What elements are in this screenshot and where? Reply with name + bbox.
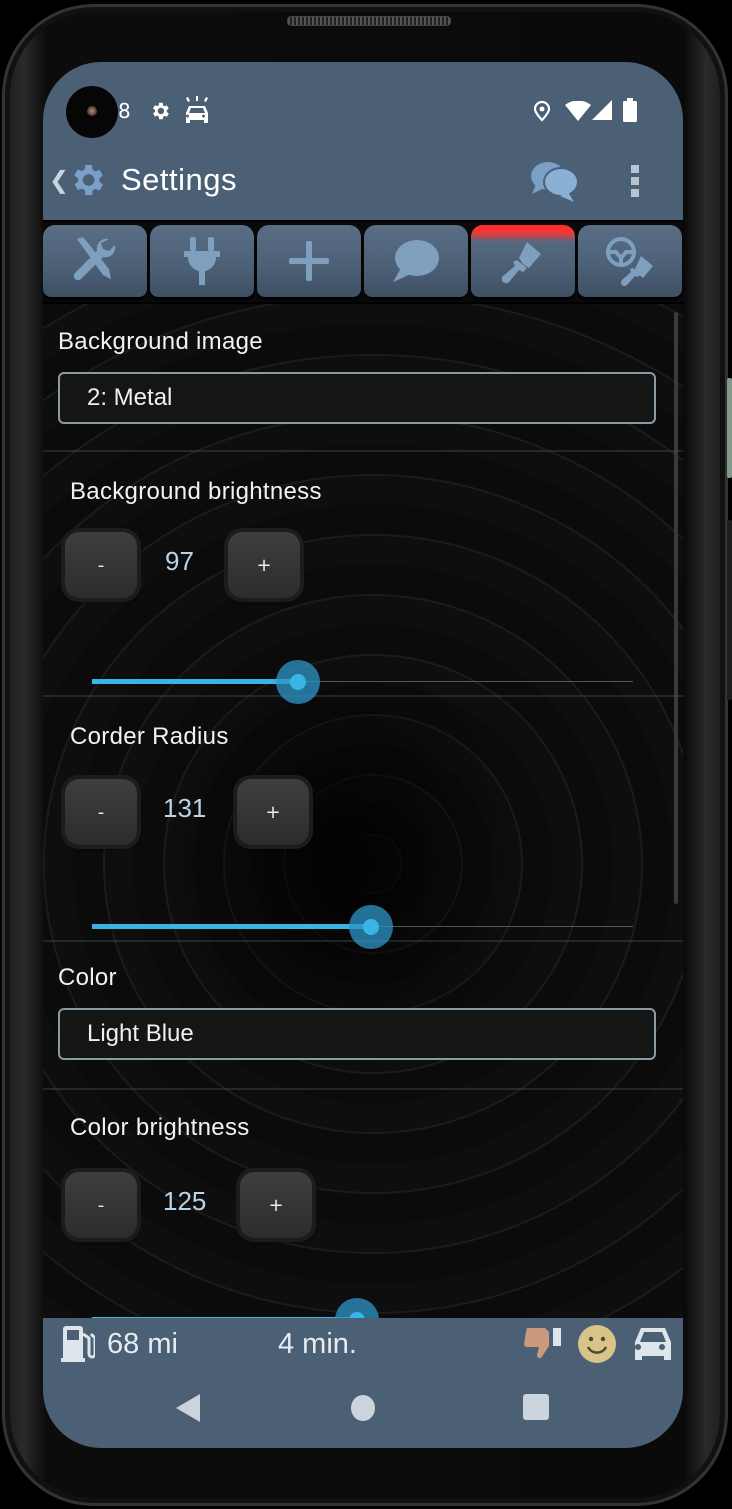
tab-messages[interactable] xyxy=(364,225,468,297)
tools-icon xyxy=(73,237,116,281)
corner-radius-section: Corder Radius - 131 + xyxy=(43,697,683,949)
background-image-label: Background image xyxy=(58,328,263,355)
range-value: 68 mi xyxy=(107,1328,178,1360)
time-value: 4 min. xyxy=(278,1328,357,1360)
nav-recents-button[interactable] xyxy=(523,1394,549,1424)
smiley-icon[interactable] xyxy=(577,1324,617,1368)
battery-icon xyxy=(623,98,637,126)
settings-gear-icon xyxy=(67,160,107,204)
tab-bar xyxy=(43,222,683,302)
location-icon xyxy=(533,100,551,126)
volume-button xyxy=(727,520,732,700)
speech-bubble-icon xyxy=(393,240,439,282)
plug-icon xyxy=(184,237,220,285)
nav-back-button[interactable] xyxy=(176,1394,200,1426)
background-image-section: Background image 2: Metal xyxy=(43,304,683,452)
chat-bubbles-icon[interactable] xyxy=(530,160,580,208)
color-brightness-label: Color brightness xyxy=(70,1114,250,1141)
slider-thumb[interactable] xyxy=(289,674,306,690)
car-alert-icon xyxy=(183,96,211,130)
bottom-bar: 68 mi 4 min. xyxy=(43,1318,683,1448)
background-brightness-label: Background brightness xyxy=(70,478,322,505)
color-brightness-increment-button[interactable]: + xyxy=(240,1172,312,1238)
power-button xyxy=(727,378,732,478)
color-brightness-value: 125 xyxy=(163,1186,207,1216)
front-camera xyxy=(66,86,118,138)
corner-radius-increment-button[interactable]: + xyxy=(237,779,309,845)
notification-count: 8 xyxy=(118,99,131,123)
page-title: Settings xyxy=(121,162,238,197)
background-image-select[interactable]: 2: Metal xyxy=(58,372,656,424)
top-bar: 8 ❮ Settings xyxy=(43,62,683,220)
tab-power[interactable] xyxy=(150,225,254,297)
corner-radius-decrement-button[interactable]: - xyxy=(65,779,137,845)
settings-content: Background image 2: Metal Background bri… xyxy=(43,304,683,1318)
wifi-icon xyxy=(565,100,591,125)
tab-add[interactable] xyxy=(257,225,361,297)
color-brightness-section: Color brightness - 125 + xyxy=(43,1090,683,1318)
slider-thumb[interactable] xyxy=(362,919,379,935)
more-vertical-icon[interactable] xyxy=(631,165,641,201)
earpiece-speaker xyxy=(287,16,451,26)
thumbs-down-icon[interactable] xyxy=(523,1326,563,1366)
color-section: Color Light Blue xyxy=(43,942,683,1090)
corner-radius-value: 131 xyxy=(163,793,207,823)
color-brightness-decrement-button[interactable]: - xyxy=(65,1172,137,1238)
car-icon[interactable] xyxy=(633,1328,673,1366)
background-brightness-increment-button[interactable]: + xyxy=(228,532,300,598)
fuel-pump-icon xyxy=(61,1326,97,1366)
paintbrush-icon xyxy=(501,242,541,284)
background-brightness-section: Background brightness - 97 + xyxy=(43,452,683,704)
signal-icon xyxy=(592,100,612,124)
color-label: Color xyxy=(58,964,117,991)
plus-icon xyxy=(289,241,329,281)
color-select[interactable]: Light Blue xyxy=(58,1008,656,1060)
screen: 8 ❮ Settings Background image 2: Metal B… xyxy=(43,62,683,1448)
tab-tools[interactable] xyxy=(43,225,147,297)
background-brightness-decrement-button[interactable]: - xyxy=(65,532,137,598)
gear-icon xyxy=(149,100,171,126)
slider-fill xyxy=(92,924,371,929)
color-brightness-slider[interactable] xyxy=(92,1298,633,1318)
tab-appearance[interactable] xyxy=(471,225,575,297)
tab-driving-appearance[interactable] xyxy=(578,225,682,297)
background-brightness-value: 97 xyxy=(165,546,194,576)
steering-wheel-brush-icon xyxy=(606,237,653,286)
slider-fill xyxy=(92,679,298,684)
nav-home-button[interactable] xyxy=(351,1395,375,1425)
corner-radius-label: Corder Radius xyxy=(70,723,229,750)
